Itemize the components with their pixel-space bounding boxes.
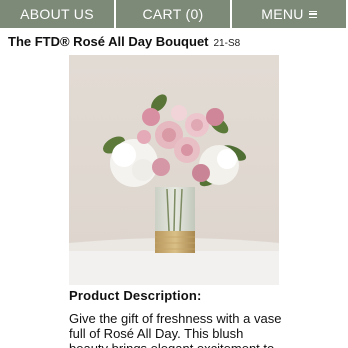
description-text: Give the gift of freshness with a vase f… bbox=[69, 311, 282, 348]
about-us-link[interactable]: ABOUT US bbox=[0, 0, 116, 28]
bouquet-image bbox=[69, 55, 279, 285]
nav-divider bbox=[0, 28, 348, 30]
description-heading: Product Description: bbox=[69, 288, 202, 303]
hamburger-icon bbox=[308, 10, 317, 18]
menu-button[interactable]: MENU bbox=[232, 0, 348, 28]
product-title: The FTD® Rosé All Day Bouquet bbox=[8, 34, 209, 49]
cart-link[interactable]: CART (0) bbox=[116, 0, 232, 28]
product-title-row: The FTD® Rosé All Day Bouquet 21-S8 bbox=[8, 34, 240, 49]
menu-label: MENU bbox=[261, 6, 304, 22]
product-sku: 21-S8 bbox=[213, 38, 241, 49]
bouquet-photo[interactable] bbox=[69, 55, 279, 285]
about-us-label: ABOUT US bbox=[20, 6, 94, 22]
top-nav: ABOUT US CART (0) MENU bbox=[0, 0, 348, 30]
cart-label: CART (0) bbox=[142, 6, 204, 22]
